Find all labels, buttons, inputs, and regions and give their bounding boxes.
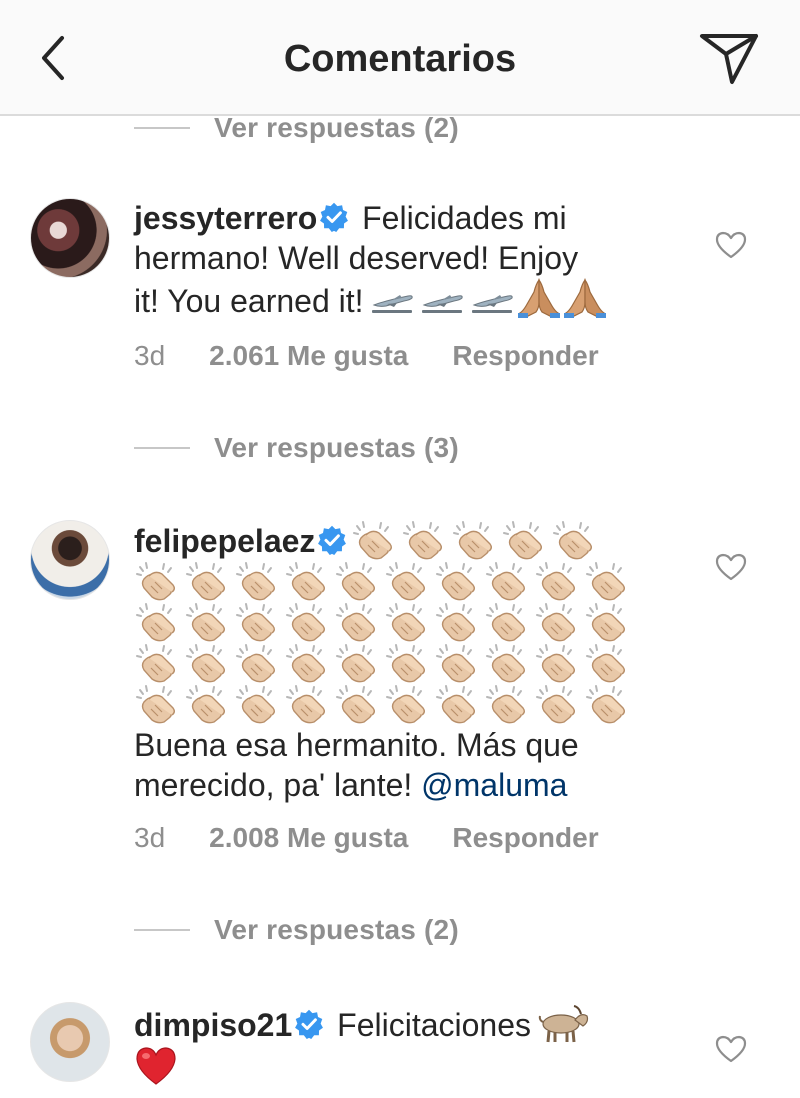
clapping-hands-icon xyxy=(351,520,395,560)
clapping-hands-icon xyxy=(434,602,478,642)
clapping-hands-icon xyxy=(584,602,628,642)
clapping-hands-icon xyxy=(134,684,178,724)
view-replies-label: Ver respuestas (3) xyxy=(214,432,459,463)
comment-text: jessyterrero Felicidades mi hermano! Wel… xyxy=(134,198,664,321)
comment-text-line: Buena esa hermanito. Más que xyxy=(134,727,579,763)
clapping-hands-icon xyxy=(401,520,445,560)
reply-button[interactable]: Responder xyxy=(452,822,598,854)
clapping-hands-icon xyxy=(184,684,228,724)
airplane-departure-icon xyxy=(470,292,514,314)
clap-emoji-group xyxy=(134,687,634,723)
comment-username[interactable]: dimpiso21 xyxy=(134,1007,292,1043)
view-replies-button[interactable]: Ver respuestas (2) xyxy=(134,910,459,950)
clapping-hands-icon xyxy=(234,684,278,724)
comment-likes[interactable]: 2.061 Me gusta xyxy=(209,340,408,372)
clapping-hands-icon xyxy=(184,602,228,642)
view-replies-button[interactable]: Ver respuestas (3) xyxy=(134,428,459,468)
clapping-hands-icon xyxy=(584,684,628,724)
clapping-hands-icon xyxy=(434,561,478,601)
replies-divider xyxy=(134,447,190,449)
direct-send-icon[interactable] xyxy=(698,30,760,88)
clapping-hands-icon xyxy=(284,684,328,724)
like-heart-icon[interactable] xyxy=(714,230,748,260)
clapping-hands-icon xyxy=(551,520,595,560)
comment-likes[interactable]: 2.008 Me gusta xyxy=(209,822,408,854)
clapping-hands-icon xyxy=(534,561,578,601)
header-bar: Comentarios xyxy=(0,0,800,116)
comment-text-line: hermano! Well deserved! Enjoy xyxy=(134,240,579,276)
airplane-departure-icon xyxy=(370,292,414,314)
comment-text: dimpiso21 Felicitaciones xyxy=(134,1004,664,1090)
clapping-hands-icon xyxy=(234,643,278,683)
clapping-hands-icon xyxy=(134,643,178,683)
comment-text: felipepelaez Buena esa hermanito. Más qu… xyxy=(134,520,654,805)
clapping-hands-icon xyxy=(134,561,178,601)
clapping-hands-icon xyxy=(584,561,628,601)
replies-divider xyxy=(134,127,190,129)
verified-badge-icon xyxy=(294,1009,324,1039)
airplane-departure-icon xyxy=(420,292,464,314)
comment-time: 3d xyxy=(134,340,166,371)
comment-username[interactable]: jessyterrero xyxy=(134,200,317,236)
goat-icon xyxy=(537,1004,591,1044)
clapping-hands-icon xyxy=(501,520,545,560)
clapping-hands-icon xyxy=(384,602,428,642)
clap-emoji-group xyxy=(351,523,601,559)
clapping-hands-icon xyxy=(384,561,428,601)
avatar[interactable] xyxy=(30,198,110,278)
clapping-hands-icon xyxy=(484,602,528,642)
clapping-hands-icon xyxy=(584,643,628,683)
comment-username[interactable]: felipepelaez xyxy=(134,523,315,559)
clap-emoji-group xyxy=(134,646,634,682)
folded-hands-icon xyxy=(564,278,606,318)
comment-text-line: merecido, pa' lante! xyxy=(134,767,413,803)
replies-divider xyxy=(134,929,190,931)
avatar[interactable] xyxy=(30,1002,110,1082)
mention-link[interactable]: @maluma xyxy=(421,767,567,803)
clapping-hands-icon xyxy=(184,561,228,601)
page-title: Comentarios xyxy=(283,38,517,80)
reply-button[interactable]: Responder xyxy=(452,340,598,372)
view-replies-label: Ver respuestas (2) xyxy=(214,112,459,143)
clapping-hands-icon xyxy=(234,602,278,642)
clapping-hands-icon xyxy=(334,602,378,642)
clapping-hands-icon xyxy=(484,684,528,724)
red-heart-icon xyxy=(134,1045,178,1087)
clap-emoji-group xyxy=(134,564,634,600)
clapping-hands-icon xyxy=(484,561,528,601)
verified-badge-icon xyxy=(317,525,347,555)
like-heart-icon[interactable] xyxy=(714,1034,748,1064)
comment-meta: 3d 2.061 Me gusta Responder xyxy=(134,340,599,372)
clapping-hands-icon xyxy=(434,643,478,683)
clapping-hands-icon xyxy=(284,561,328,601)
clapping-hands-icon xyxy=(334,643,378,683)
avatar[interactable] xyxy=(30,520,110,600)
view-replies-label: Ver respuestas (2) xyxy=(214,914,459,945)
comment-text-line: Felicitaciones xyxy=(337,1007,532,1043)
clapping-hands-icon xyxy=(384,684,428,724)
clapping-hands-icon xyxy=(284,602,328,642)
clapping-hands-icon xyxy=(134,602,178,642)
clapping-hands-icon xyxy=(284,643,328,683)
clapping-hands-icon xyxy=(334,684,378,724)
clapping-hands-icon xyxy=(234,561,278,601)
clapping-hands-icon xyxy=(384,643,428,683)
clapping-hands-icon xyxy=(334,561,378,601)
comment-meta: 3d 2.008 Me gusta Responder xyxy=(134,822,599,854)
comment-text-line: Felicidades mi xyxy=(362,200,567,236)
clapping-hands-icon xyxy=(534,684,578,724)
clap-emoji-group xyxy=(134,605,634,641)
clapping-hands-icon xyxy=(451,520,495,560)
clapping-hands-icon xyxy=(434,684,478,724)
comment-time: 3d xyxy=(134,822,166,853)
clapping-hands-icon xyxy=(534,602,578,642)
verified-badge-icon xyxy=(319,202,349,232)
comment-text-line: it! You earned it! xyxy=(134,283,364,319)
folded-hands-icon xyxy=(518,278,560,318)
like-heart-icon[interactable] xyxy=(714,552,748,582)
clapping-hands-icon xyxy=(484,643,528,683)
clapping-hands-icon xyxy=(534,643,578,683)
clapping-hands-icon xyxy=(184,643,228,683)
view-replies-button[interactable]: Ver respuestas (2) xyxy=(134,108,459,148)
